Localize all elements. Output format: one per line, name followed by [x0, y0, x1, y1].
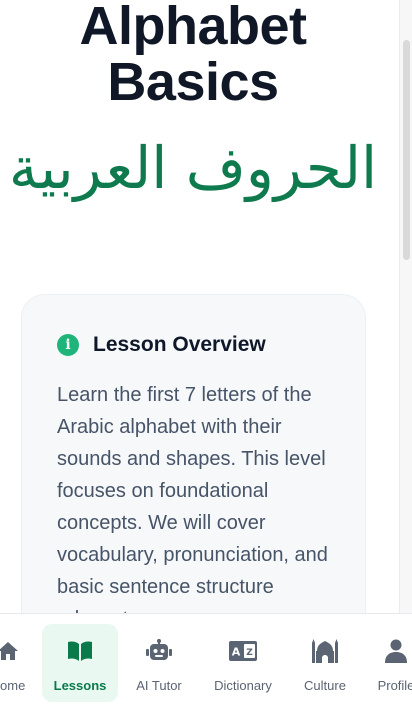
user-icon [385, 638, 407, 664]
overview-body: Learn the first 7 letters of the Arabic … [57, 384, 328, 613]
scrollbar[interactable] [399, 0, 412, 613]
lesson-overview-card: i Lesson Overview Learn the first 7 lett… [21, 294, 366, 613]
lesson-title: Alphabet Basics [0, 0, 386, 110]
nav-item-dictionary[interactable]: A Z Dictionary [205, 624, 281, 702]
overview-heading: Lesson Overview [93, 333, 266, 356]
arabic-title: الحروف العربية [8, 134, 378, 202]
robot-icon [146, 638, 172, 664]
bottom-navigation: Home Lessons [0, 613, 412, 704]
dictionary-icon: A Z [229, 638, 257, 664]
svg-text:A: A [232, 646, 241, 659]
nav-label-ai-tutor: AI Tutor [136, 678, 182, 693]
app-screen: Alphabet Basics الحروف العربية i Lesson … [0, 0, 412, 704]
nav-label-dictionary: Dictionary [214, 678, 272, 693]
svg-text:Z: Z [246, 648, 253, 658]
nav-item-home[interactable]: Home [0, 624, 38, 702]
nav-label-profile: Profile [377, 678, 412, 693]
lesson-title-line-2: Basics [107, 52, 279, 112]
nav-label-home: Home [0, 678, 26, 693]
mosque-icon [311, 638, 339, 664]
nav-label-lessons: Lessons [53, 678, 107, 693]
nav-item-profile[interactable]: Profile [370, 624, 412, 702]
home-icon [0, 638, 20, 664]
lesson-scroll-area[interactable]: Alphabet Basics الحروف العربية i Lesson … [0, 0, 400, 613]
nav-label-culture: Culture [304, 678, 346, 693]
nav-item-ai-tutor[interactable]: AI Tutor [128, 624, 190, 702]
scrollbar-thumb[interactable] [403, 40, 410, 260]
overview-header: i Lesson Overview [57, 333, 266, 357]
info-icon: i [57, 334, 79, 356]
nav-item-lessons[interactable]: Lessons [42, 624, 118, 702]
lesson-title-line-1: Alphabet [79, 0, 307, 56]
nav-item-culture[interactable]: Culture [297, 624, 353, 702]
book-icon [67, 638, 93, 664]
